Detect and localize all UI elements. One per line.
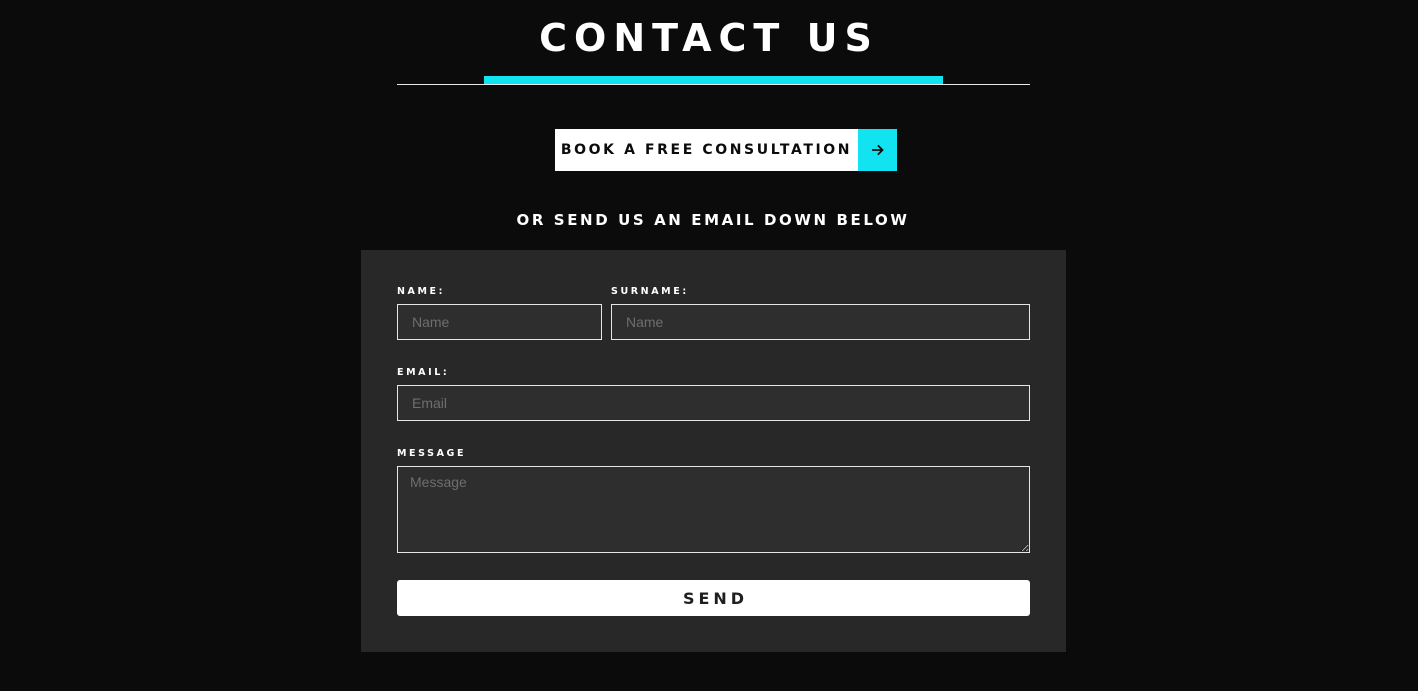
email-label: EMAIL: <box>397 367 450 378</box>
email-input[interactable] <box>397 385 1030 421</box>
title-divider <box>397 84 1030 85</box>
name-label: NAME: <box>397 286 446 297</box>
contact-page: CONTACT US BOOK A FREE CONSULTATION OR S… <box>0 0 1418 691</box>
message-label: MESSAGE <box>397 448 467 459</box>
contact-form: NAME: SURNAME: EMAIL: MESSAGE SEND <box>361 250 1066 652</box>
surname-input[interactable] <box>611 304 1030 340</box>
name-input[interactable] <box>397 304 602 340</box>
book-consultation-button[interactable]: BOOK A FREE CONSULTATION <box>555 129 897 171</box>
book-consultation-label: BOOK A FREE CONSULTATION <box>555 129 858 171</box>
arrow-right-icon <box>858 129 897 171</box>
title-accent-bar <box>484 76 943 84</box>
message-textarea[interactable] <box>397 466 1030 553</box>
page-title: CONTACT US <box>539 16 879 60</box>
email-subheading: OR SEND US AN EMAIL DOWN BELOW <box>516 211 910 229</box>
send-button[interactable]: SEND <box>397 580 1030 616</box>
surname-label: SURNAME: <box>611 286 689 297</box>
